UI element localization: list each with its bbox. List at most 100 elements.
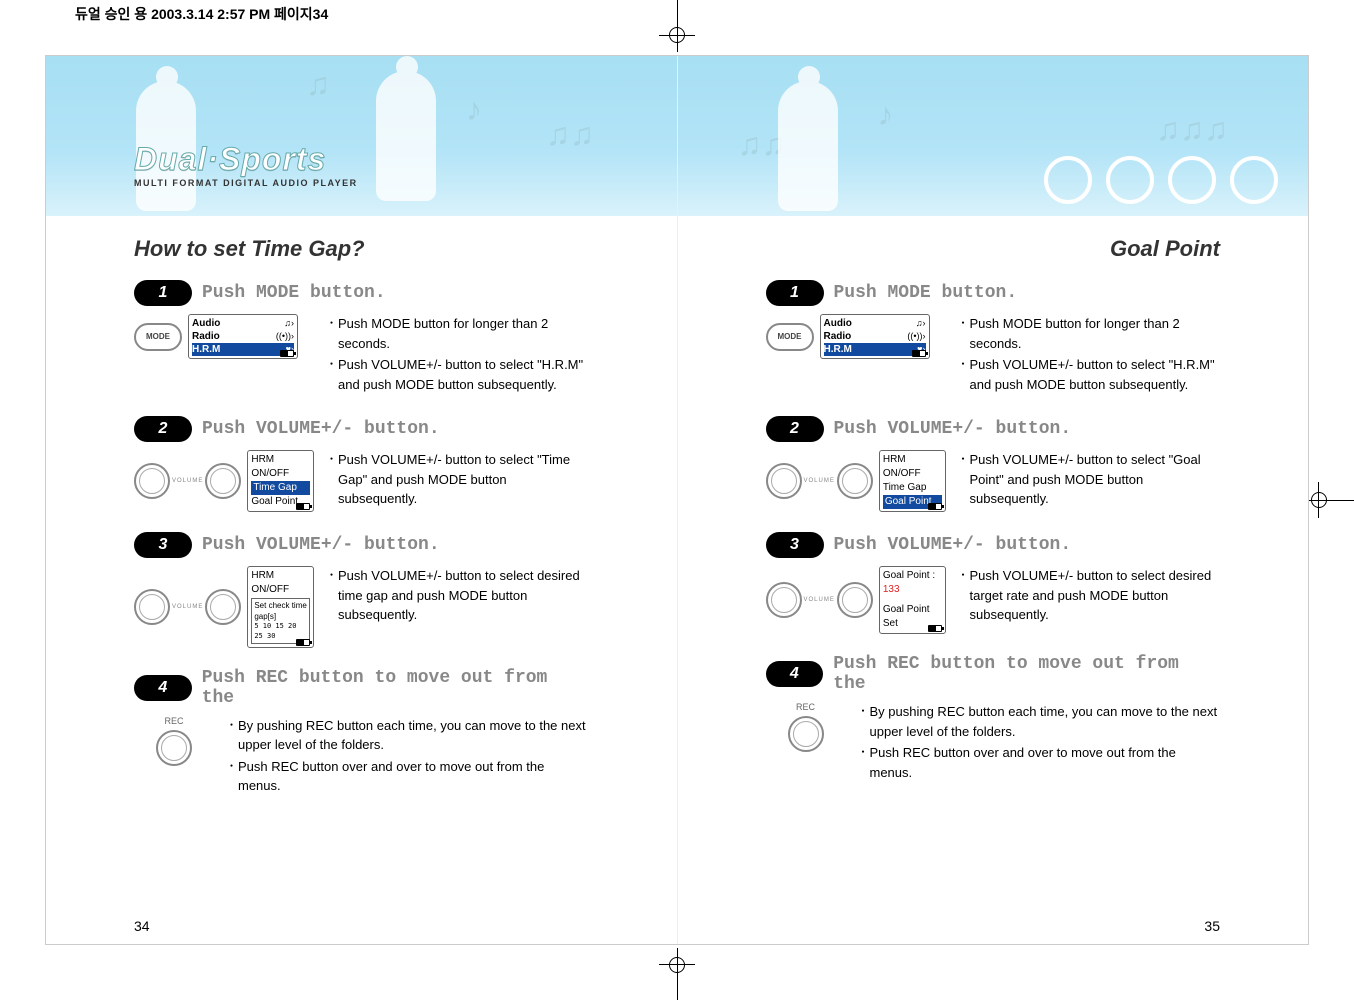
step-badge: 1 bbox=[766, 280, 824, 306]
step-4: 4 Push REC button to move out from the R… bbox=[134, 668, 589, 798]
menu-hrm-onoff: HRM ON/OFF bbox=[251, 569, 310, 597]
banner: ♫♫ ♪ ♫♫♫ bbox=[678, 56, 1309, 216]
menu-hrm: H.R.M bbox=[192, 343, 220, 356]
page-right: ♫♫ ♪ ♫♫♫ Goal Point 1 Push MODE button. … bbox=[678, 56, 1309, 944]
volume-label: VOLUME bbox=[804, 597, 835, 603]
step-title: Push VOLUME+/- button. bbox=[202, 535, 440, 555]
rec-button-icon bbox=[156, 730, 192, 766]
step-2: 2 Push VOLUME+/- button. VOLUME HRM ON/O… bbox=[766, 416, 1221, 512]
volume-label: VOLUME bbox=[172, 604, 203, 610]
battery-icon bbox=[296, 639, 310, 646]
menu-time-gap: Time Gap bbox=[251, 481, 310, 495]
step-1: 1 Push MODE button. MODE Audio ♫› Radio ((… bbox=[134, 280, 589, 396]
brand-subtitle: MULTI FORMAT DIGITAL AUDIO PLAYER bbox=[134, 178, 358, 188]
step-badge: 3 bbox=[134, 532, 192, 558]
mode-button-icon: MODE bbox=[766, 323, 814, 351]
step-badge: 2 bbox=[766, 416, 824, 442]
brand-title: Dual·Sports bbox=[134, 141, 358, 178]
page-number: 35 bbox=[1204, 918, 1220, 934]
menu-hrm: H.R.M bbox=[824, 343, 852, 356]
print-header: 듀얼 승인 용 2003.3.14 2:57 PM 페이지34 bbox=[75, 4, 328, 24]
crop-mark bbox=[677, 948, 678, 1000]
brand-logo: Dual·Sports MULTI FORMAT DIGITAL AUDIO P… bbox=[134, 141, 358, 188]
device-screen: Audio♫› Radio((•))› H.R.M♥› bbox=[188, 314, 298, 359]
timegap-popup: Set check time gap[s] 5 10 15 20 25 30 bbox=[251, 598, 310, 644]
menu-time-gap: Time Gap bbox=[883, 481, 942, 495]
runner-icon bbox=[376, 71, 436, 201]
battery-icon bbox=[928, 625, 942, 632]
step-title: Push MODE button. bbox=[202, 283, 386, 303]
step-badge: 4 bbox=[134, 675, 192, 701]
bullet: By pushing REC button each time, you can… bbox=[230, 716, 589, 755]
bullet: Push MODE button for longer than 2 secon… bbox=[330, 314, 589, 353]
music-icon: ♫› bbox=[916, 318, 926, 330]
step-3: 3 Push VOLUME+/- button. VOLUME HRM ON/O… bbox=[134, 532, 589, 648]
battery-icon bbox=[912, 350, 926, 357]
rec-label: REC bbox=[796, 702, 815, 712]
music-note-icon: ♪ bbox=[466, 91, 482, 128]
bullet: Push VOLUME+/- button to select "Time Ga… bbox=[330, 450, 589, 509]
step-3: 3 Push VOLUME+/- button. VOLUME Goal Poi… bbox=[766, 532, 1221, 634]
banner: ♫ ♪ ♫♫ Dual·Sports MULTI FORMAT DIGITAL … bbox=[46, 56, 677, 216]
runner-icon bbox=[778, 81, 838, 211]
step-title: Push VOLUME+/- button. bbox=[834, 535, 1072, 555]
volume-control-icon: VOLUME bbox=[134, 589, 241, 625]
step-2: 2 Push VOLUME+/- button. VOLUME HRM ON/O… bbox=[134, 416, 589, 512]
page-number: 34 bbox=[134, 918, 150, 934]
rec-label: REC bbox=[164, 716, 183, 726]
radio-icon: ((•))› bbox=[276, 331, 294, 343]
crop-mark bbox=[669, 957, 685, 973]
menu-audio: Audio bbox=[192, 317, 220, 330]
step-4: 4 Push REC button to move out from the R… bbox=[766, 654, 1221, 784]
bullet: By pushing REC button each time, you can… bbox=[862, 702, 1221, 741]
page-left: ♫ ♪ ♫♫ Dual·Sports MULTI FORMAT DIGITAL … bbox=[46, 56, 678, 944]
bullet: Push VOLUME+/- button to select desired … bbox=[330, 566, 589, 625]
battery-icon bbox=[928, 503, 942, 510]
device-screen: HRM ON/OFF Time Gap Goal Point bbox=[879, 450, 946, 512]
bullet: Push VOLUME+/- button to select "Goal Po… bbox=[962, 450, 1221, 509]
menu-radio: Radio bbox=[824, 330, 852, 343]
menu-hrm-onoff: HRM ON/OFF bbox=[883, 453, 942, 481]
music-note-icon: ♫♫ bbox=[546, 116, 594, 153]
music-note-icon: ♫♫♫ bbox=[1156, 111, 1228, 148]
step-title: Push VOLUME+/- button. bbox=[834, 419, 1072, 439]
step-title: Push VOLUME+/- button. bbox=[202, 419, 440, 439]
bullet: Push VOLUME+/- button to select "H.R.M" … bbox=[962, 355, 1221, 394]
crop-mark bbox=[677, 0, 678, 52]
rec-button-icon bbox=[788, 716, 824, 752]
music-note-icon: ♫ bbox=[306, 66, 330, 103]
step-title: Push MODE button. bbox=[834, 283, 1018, 303]
device-screen: Audio♫› Radio((•))› H.R.M♥› bbox=[820, 314, 930, 359]
volume-control-icon: VOLUME bbox=[766, 582, 873, 618]
volume-label: VOLUME bbox=[804, 478, 835, 484]
music-icon: ♫› bbox=[284, 318, 294, 330]
bullet: Push VOLUME+/- button to select "H.R.M" … bbox=[330, 355, 589, 394]
mode-button-icon: MODE bbox=[134, 323, 182, 351]
bullet: Push REC button over and over to move ou… bbox=[230, 757, 589, 796]
page-spread: ♫ ♪ ♫♫ Dual·Sports MULTI FORMAT DIGITAL … bbox=[45, 55, 1309, 945]
step-badge: 1 bbox=[134, 280, 192, 306]
menu-radio: Radio bbox=[192, 330, 220, 343]
step-1: 1 Push MODE button. MODE Audio♫› Radio((… bbox=[766, 280, 1221, 396]
menu-hrm-onoff: HRM ON/OFF bbox=[251, 453, 310, 481]
music-note-icon: ♪ bbox=[878, 96, 894, 133]
bullet: Push VOLUME+/- button to select desired … bbox=[962, 566, 1221, 625]
section-title: Goal Point bbox=[766, 236, 1221, 262]
bullet: Push REC button over and over to move ou… bbox=[862, 743, 1221, 782]
device-screen: HRM ON/OFF Time Gap Goal Point bbox=[247, 450, 314, 512]
step-badge: 2 bbox=[134, 416, 192, 442]
step-badge: 3 bbox=[766, 532, 824, 558]
crop-mark bbox=[1311, 492, 1327, 508]
crop-mark bbox=[1302, 500, 1354, 501]
device-screen: HRM ON/OFF Set check time gap[s] 5 10 15… bbox=[247, 566, 314, 648]
step-title: Push REC button to move out from the bbox=[202, 668, 589, 708]
goal-point-line: Goal Point : 133 bbox=[883, 569, 942, 597]
crop-mark bbox=[669, 27, 685, 43]
battery-icon bbox=[280, 350, 294, 357]
device-screen: Goal Point : 133 Goal Point Set bbox=[879, 566, 946, 634]
bullet: Push MODE button for longer than 2 secon… bbox=[962, 314, 1221, 353]
volume-label: VOLUME bbox=[172, 478, 203, 484]
menu-audio: Audio bbox=[824, 317, 852, 330]
section-title: How to set Time Gap? bbox=[134, 236, 589, 262]
circles-icon bbox=[1044, 156, 1278, 204]
